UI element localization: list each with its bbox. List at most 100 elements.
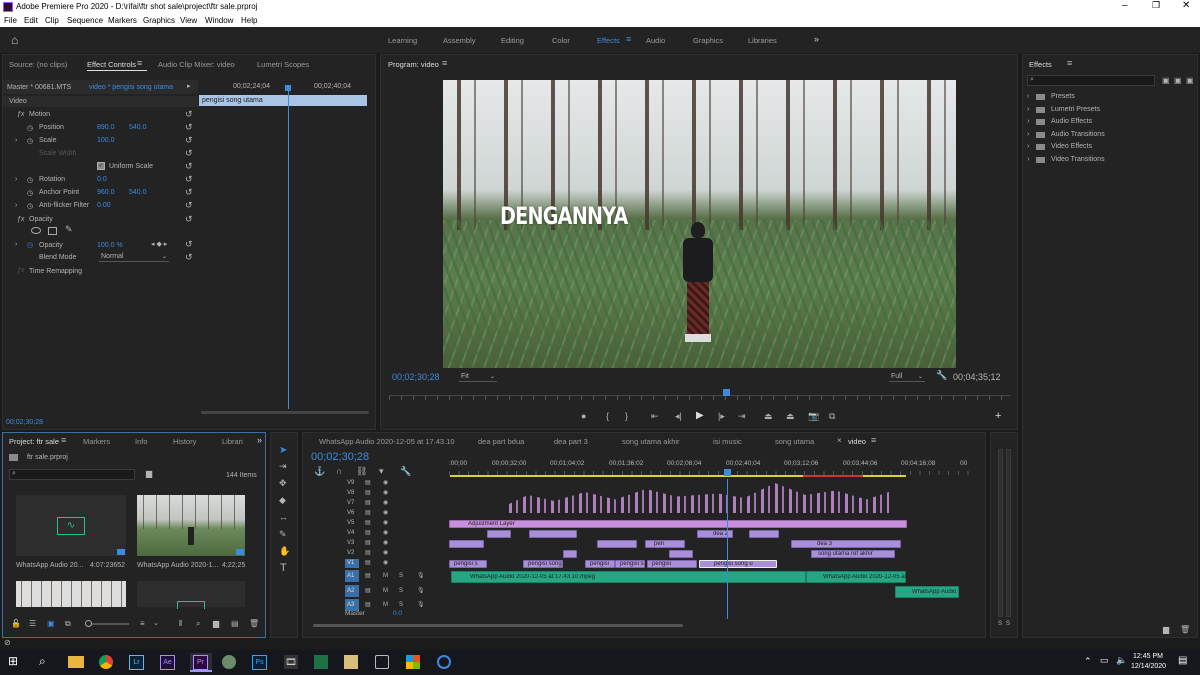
list-view-icon[interactable]: ☰ bbox=[29, 619, 36, 628]
ec-current-timecode[interactable]: 00;02;30;28 bbox=[6, 419, 43, 426]
eye-icon[interactable]: ◉ bbox=[383, 519, 388, 526]
home-icon[interactable]: ⌂ bbox=[11, 33, 18, 47]
effects-item-audio-transitions[interactable]: › Audio Transitions bbox=[1027, 130, 1187, 143]
track-header-v9[interactable]: V9 ▤ ◉ bbox=[335, 479, 445, 488]
menu-file[interactable]: File bbox=[4, 16, 17, 25]
step-forward-icon[interactable]: |▸ bbox=[718, 411, 725, 422]
accelerated-effects-icon[interactable]: ▣ bbox=[1162, 76, 1170, 85]
a1-clip-whatsapp-2[interactable]: WhatsApp Audio 2020-12-05 at bbox=[806, 571, 906, 583]
seq-tab-song-utama[interactable]: song utama bbox=[775, 437, 814, 446]
menu-sequence[interactable]: Sequence bbox=[67, 16, 103, 25]
notification-icon[interactable]: ▤ bbox=[1178, 655, 1187, 666]
tab-lumetri-scopes[interactable]: Lumetri Scopes bbox=[257, 60, 309, 69]
title-overlay-text[interactable]: DENGANNYA bbox=[500, 202, 628, 230]
uniform-scale-checkbox[interactable]: ✓ bbox=[97, 162, 105, 170]
extract-icon[interactable]: ⏏ bbox=[786, 411, 795, 422]
blend-mode-select[interactable]: Normal ⌄ bbox=[99, 252, 169, 262]
effects-search-input[interactable]: ⌕ bbox=[1027, 75, 1155, 86]
seq-tab-dea-part-3[interactable]: dea part 3 bbox=[554, 437, 588, 446]
seq-tab-dea-part-bdua[interactable]: dea part bdua bbox=[478, 437, 524, 446]
tab-audio-clip-mixer[interactable]: Audio Clip Mixer: video bbox=[158, 60, 235, 69]
track-header-v5[interactable]: V5 ▤ ◉ bbox=[335, 519, 445, 528]
seq-tab-video[interactable]: video bbox=[848, 437, 866, 446]
new-search-bin-icon[interactable]: ▆ bbox=[146, 469, 152, 478]
sequence-menu-icon[interactable]: ≡ bbox=[871, 435, 876, 445]
screen-recorder-icon[interactable] bbox=[375, 655, 389, 669]
fit-select[interactable]: Fit ⌄ bbox=[459, 372, 497, 382]
new-bin-icon[interactable]: ▆ bbox=[213, 619, 219, 628]
v1-clip-3[interactable]: pengisi bbox=[585, 560, 615, 568]
clear-icon[interactable]: 🗑 bbox=[249, 619, 259, 628]
hand-tool-icon[interactable]: ✋ bbox=[279, 546, 290, 557]
pen-mask-icon[interactable]: ✎ bbox=[65, 224, 73, 235]
track-header-v3[interactable]: V3 ▤ ◉ bbox=[335, 539, 445, 548]
wrench-icon[interactable]: 🔧 bbox=[936, 370, 947, 381]
timeline-ruler[interactable]: :00;00 00;00;32;00 00;01;04;02 00;01;36;… bbox=[449, 457, 973, 475]
workspace-audio[interactable]: Audio bbox=[646, 36, 665, 45]
thumbnail-audio-2[interactable] bbox=[137, 581, 245, 609]
v4-clip-3[interactable] bbox=[749, 530, 779, 538]
solo-button[interactable]: S bbox=[399, 588, 403, 594]
chrome-icon[interactable] bbox=[99, 655, 113, 669]
master-clip-label[interactable]: Master * 00681.MTS bbox=[7, 84, 71, 91]
track-header-v6[interactable]: V6 ▤ ◉ bbox=[335, 509, 445, 518]
new-item-icon[interactable]: ▤ bbox=[231, 619, 239, 628]
seq-tab-isi-music[interactable]: isi music bbox=[713, 437, 742, 446]
clock-time[interactable]: 12:45 PM bbox=[1133, 653, 1163, 660]
timeline-timecode[interactable]: 00;02;30;28 bbox=[311, 451, 369, 463]
opacity-stopwatch-icon[interactable]: ◷ bbox=[27, 241, 33, 249]
uniform-scale-reset-icon[interactable]: ↺ bbox=[185, 161, 193, 172]
pen-tool-icon[interactable]: ✎ bbox=[279, 529, 287, 540]
freeform-view-icon[interactable]: ⧉ bbox=[65, 619, 71, 629]
motion-reset-icon[interactable]: ↺ bbox=[185, 109, 193, 120]
effects-menu-icon[interactable]: ≡ bbox=[1067, 58, 1072, 68]
network-icon[interactable]: ▭ bbox=[1100, 655, 1109, 666]
spreadsheet-icon[interactable] bbox=[314, 655, 328, 669]
add-marker-icon[interactable]: ▾ bbox=[379, 466, 384, 477]
scale-width-reset-icon[interactable]: ↺ bbox=[185, 148, 193, 159]
eye-icon[interactable]: ◉ bbox=[383, 489, 388, 496]
volume-icon[interactable]: 🔈 bbox=[1116, 655, 1127, 666]
opacity-expand-icon[interactable]: › bbox=[15, 241, 17, 248]
microphone-icon[interactable]: 🎙 bbox=[417, 587, 425, 594]
play-audio-icon[interactable]: ▸ bbox=[187, 82, 191, 90]
workspace-learning[interactable]: Learning bbox=[388, 36, 417, 45]
eye-icon[interactable]: ◉ bbox=[383, 499, 388, 506]
premiere-pro-icon[interactable]: Pr bbox=[190, 653, 212, 672]
program-playhead-marker[interactable] bbox=[723, 389, 730, 396]
workspace-assembly[interactable]: Assembly bbox=[443, 36, 476, 45]
sync-lock-icon[interactable]: ▤ bbox=[365, 529, 371, 536]
effects-item-video-transitions[interactable]: › Video Transitions bbox=[1027, 155, 1187, 168]
position-x[interactable]: 890.0 bbox=[97, 124, 115, 131]
tab-libraries[interactable]: Librari bbox=[222, 437, 243, 446]
program-menu-icon[interactable]: ≡ bbox=[442, 58, 447, 68]
ec-scrollbar[interactable] bbox=[201, 411, 369, 414]
position-y[interactable]: 540.0 bbox=[129, 124, 147, 131]
ellipse-mask-icon[interactable] bbox=[31, 227, 41, 234]
tab-effect-controls[interactable]: Effect Controls bbox=[87, 60, 136, 69]
workspace-menu-icon[interactable]: ≡ bbox=[626, 34, 631, 44]
eye-icon[interactable]: ◉ bbox=[383, 539, 388, 546]
zoom-slider[interactable] bbox=[85, 620, 129, 627]
v3-clip-2[interactable] bbox=[449, 540, 484, 548]
antiflicker-stopwatch-icon[interactable]: ◷ bbox=[27, 202, 33, 210]
v4-clip-1[interactable] bbox=[487, 530, 511, 538]
after-effects-icon[interactable]: Ae bbox=[160, 655, 175, 670]
opacity-value[interactable]: 100.0 % bbox=[97, 242, 123, 249]
v3-clip-pen[interactable]: pen bbox=[645, 540, 685, 548]
eye-icon[interactable]: ◉ bbox=[383, 549, 388, 556]
a2-clip-whatsapp[interactable]: WhatsApp Audio bbox=[895, 586, 959, 598]
microphone-icon[interactable]: 🎙 bbox=[417, 601, 425, 608]
microphone-icon[interactable]: 🎙 bbox=[417, 572, 425, 579]
program-video-frame[interactable]: DENGANNYA bbox=[443, 80, 956, 368]
workspace-editing[interactable]: Editing bbox=[501, 36, 524, 45]
razor-tool-icon[interactable]: ◆ bbox=[279, 495, 286, 506]
sync-lock-icon[interactable]: ▤ bbox=[365, 509, 371, 516]
opacity-section-label[interactable]: Opacity bbox=[29, 216, 53, 223]
anchor-x[interactable]: 960.0 bbox=[97, 189, 115, 196]
antiflicker-expand-icon[interactable]: › bbox=[15, 202, 17, 209]
rectangle-mask-icon[interactable] bbox=[48, 227, 57, 235]
effects-item-audio-effects[interactable]: › Audio Effects bbox=[1027, 117, 1187, 130]
effects-item-lumetri-presets[interactable]: › Lumetri Presets bbox=[1027, 105, 1187, 118]
program-title[interactable]: Program: video bbox=[388, 60, 439, 69]
